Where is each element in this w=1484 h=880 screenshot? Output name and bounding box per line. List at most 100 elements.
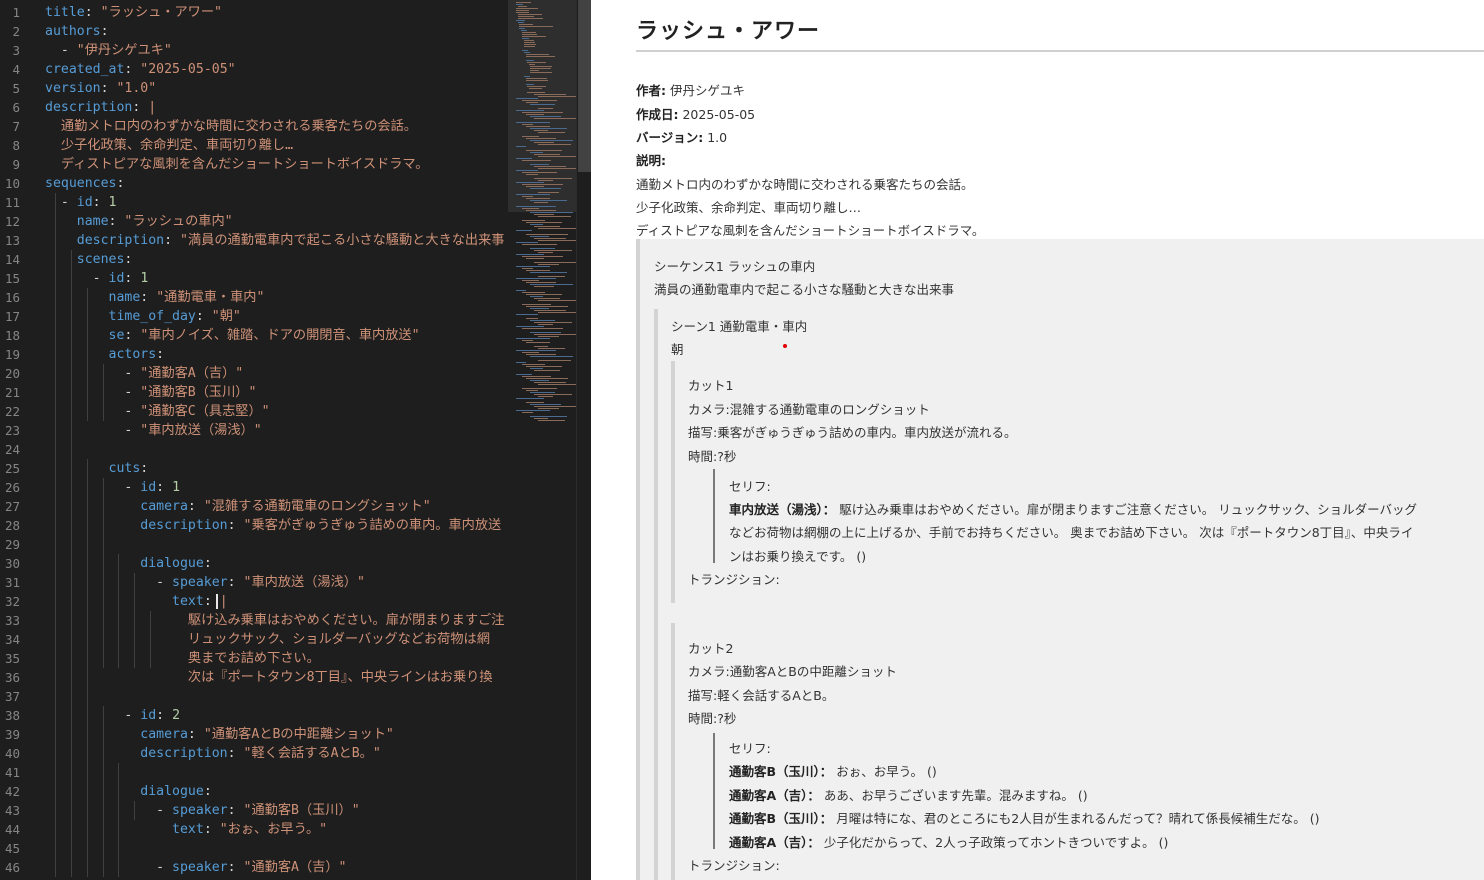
code-token: : (132, 100, 149, 115)
indent-guide (86, 288, 88, 421)
code-line[interactable]: - speaker: "通勤客B（玉川）" (45, 801, 360, 820)
code-line[interactable]: - id: 1 (45, 269, 149, 288)
code-line[interactable]: time_of_day: "朝" (45, 307, 241, 326)
line-number: 35 (4, 651, 20, 666)
line-number: 23 (4, 423, 20, 438)
dialogue-speaker: 通勤客A（吉）： (729, 835, 820, 850)
line-number: 14 (4, 252, 20, 267)
minimap-line (522, 268, 533, 269)
minimap-line (530, 200, 567, 201)
dialogue-quote-border (713, 733, 715, 849)
code-token: "1.0" (116, 81, 157, 96)
minimap-line (522, 340, 533, 341)
minimap-line (534, 178, 572, 179)
code-line[interactable]: 次は『ポートタウン8丁目』、中央ラインはお乗り換 (45, 668, 493, 687)
minimap-line (538, 144, 571, 145)
minimap-line (525, 54, 549, 55)
minimap-line (516, 194, 550, 195)
minimap-line (526, 294, 562, 295)
code-line[interactable]: text: | (45, 592, 228, 611)
code-line[interactable]: sequences: (45, 174, 124, 193)
minimap-line (522, 208, 539, 209)
code-line[interactable]: scenes: (45, 250, 133, 269)
code-line[interactable]: created_at: "2025-05-05" (45, 60, 236, 79)
code-line[interactable]: - id: 2 (45, 706, 180, 725)
minimap-line (526, 270, 550, 271)
minimap-line (526, 114, 544, 115)
minimap-line (525, 60, 534, 61)
cut-transition: トランジション: (688, 858, 780, 873)
code-line[interactable]: - id: 1 (45, 478, 180, 497)
code-line[interactable]: 駆け込み乗車はおやめください。扉が閉まりますご注 (45, 611, 505, 630)
line-number: 24 (4, 442, 20, 457)
minimap-line (516, 266, 550, 267)
code-editor[interactable]: 1 2 3 4 5 6 7 8 9 10 11 12 13 14 15 16 17 18 19 20 21 22 23 24 2… (0, 0, 591, 880)
code-line[interactable]: - speaker: "車内放送（湯浅）" (45, 573, 365, 592)
minimap-line (534, 322, 572, 323)
minimap[interactable] (508, 0, 576, 880)
code-line[interactable]: actors: (45, 345, 165, 364)
code-token: scenes (76, 252, 125, 267)
code-line[interactable]: version: "1.0" (45, 79, 156, 98)
sequence-description: 満員の通勤電車内で起こる小さな騒動と大きな出来事 (654, 282, 955, 297)
code-line[interactable]: description: | (45, 98, 156, 117)
code-line[interactable]: description: "軽く会話するAとB。" (45, 744, 381, 763)
code-line[interactable]: - "通勤客B（玉川）" (45, 383, 256, 402)
code-line[interactable]: - "通勤客C（具志堅）" (45, 402, 269, 421)
code-line[interactable]: name: "ラッシュの車内" (45, 212, 233, 231)
code-line[interactable]: - "通勤客A（吉）" (45, 364, 243, 383)
code-line[interactable]: name: "通勤電車・車内" (45, 288, 265, 307)
meta-version: バージョン: 1.0 (636, 127, 727, 146)
code-token: : (116, 176, 125, 191)
code-line[interactable]: authors: (45, 22, 109, 41)
editor-scrollbar[interactable] (576, 0, 591, 880)
line-number: 20 (4, 366, 20, 381)
line-number: 6 (12, 100, 20, 115)
minimap-line (534, 418, 548, 419)
minimap-line (534, 406, 576, 407)
code-line[interactable]: cuts: (45, 459, 149, 478)
code-token: : (124, 328, 141, 343)
indent-guide (102, 364, 104, 421)
code-line[interactable]: description: "満員の通勤電車内で起こる小さな騒動と大きな出来事 (45, 231, 505, 250)
code-line[interactable]: - "車内放送（湯浅）" (45, 421, 261, 440)
code-token: : (227, 803, 244, 818)
code-line[interactable]: camera: "通勤客AとBの中距離ショット" (45, 725, 394, 744)
code-token: "乗客がぎゅうぎゅう詰めの車内。車内放送 (243, 518, 502, 533)
line-number: 13 (4, 233, 20, 248)
dialogue-line: 車内放送（湯浅）： 駆け込み乗車はおやめください。扉が閉まりますご注意ください。… (729, 499, 1417, 518)
code-token: "軽く会話するAとB。" (243, 746, 381, 761)
minimap-line (538, 192, 559, 193)
code-token: name (108, 290, 141, 305)
code-line[interactable]: - speaker: "通勤客A（吉）" (45, 858, 346, 877)
code-line[interactable]: 通勤メトロ内のわずかな時間に交わされる乗客たちの会話。 (45, 117, 417, 136)
code-line[interactable]: リュックサック、ショルダーバッグなどお荷物は網 (45, 630, 490, 649)
code-token: "通勤客A（吉）" (243, 860, 347, 875)
indent-guide (70, 250, 72, 877)
minimap-line (530, 164, 549, 165)
code-line[interactable]: description: "乗客がぎゅうぎゅう詰めの車内。車内放送 (45, 516, 501, 535)
code-line[interactable]: title: "ラッシュ・アワー" (45, 3, 222, 22)
code-token: "2025-05-05" (140, 62, 236, 77)
code-line[interactable]: se: "車内ノイズ、雑踏、ドアの開閉音、車内放送" (45, 326, 420, 345)
code-area[interactable]: title: "ラッシュ・アワー" authors: - "伊丹シゲユキ" crea… (45, 0, 508, 880)
code-line[interactable]: ディストピアな風刺を含んだショートショートボイスドラマ。 (45, 155, 429, 174)
indent-guide (134, 573, 136, 668)
code-line[interactable]: 少子化政策、余命判定、車両切り離し… (45, 136, 293, 155)
minimap-line (516, 10, 529, 11)
code-token: speaker (172, 860, 228, 875)
minimap-line (538, 312, 576, 313)
code-line[interactable]: - "伊丹シゲユキ" (45, 41, 172, 60)
minimap-line (516, 278, 556, 279)
scene-time-of-day: 朝 (671, 342, 684, 357)
code-token: | (148, 100, 157, 115)
code-token: actors (108, 347, 157, 362)
editor-scrollbar-thumb[interactable] (578, 0, 591, 172)
line-number-gutter: 1 2 3 4 5 6 7 8 9 10 11 12 13 14 15 16 17 18 19 20 21 22 23 24 2… (0, 0, 34, 880)
code-token: "ラッシュの車内" (124, 214, 233, 229)
minimap-line (538, 168, 576, 169)
minimap-line (516, 290, 526, 291)
line-number: 19 (4, 347, 20, 362)
